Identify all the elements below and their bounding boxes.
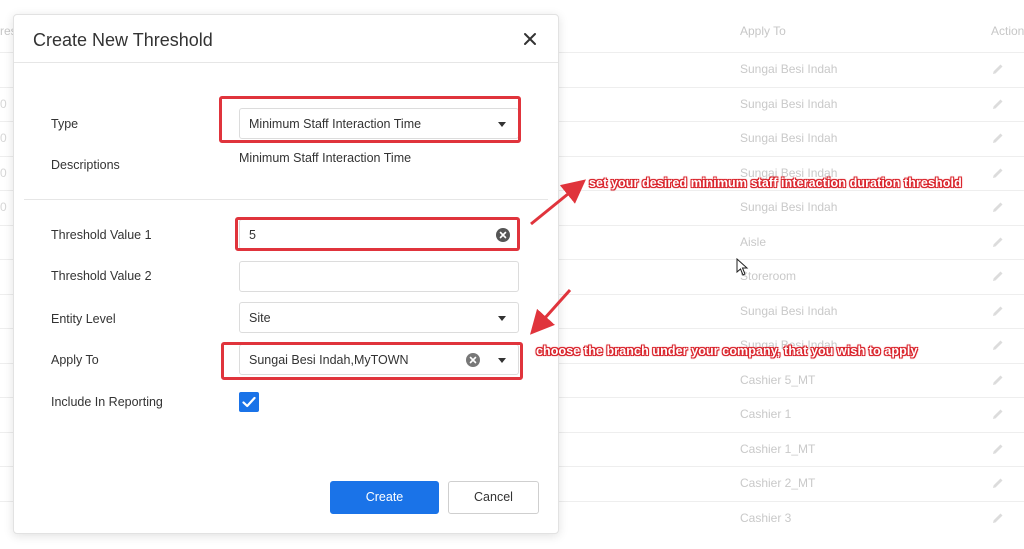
row-apply-to: Cashier 1_MT: [740, 441, 816, 456]
cancel-button[interactable]: Cancel: [448, 481, 539, 514]
edit-pencil-icon[interactable]: [992, 132, 1004, 144]
apply-to-highlight-box: [221, 342, 523, 380]
row-apply-to: Cashier 1: [740, 407, 792, 421]
checkmark-icon: [242, 396, 256, 408]
descriptions-label: Descriptions: [51, 158, 120, 172]
mouse-cursor-icon: [736, 258, 749, 276]
threshold-value-2-label: Threshold Value 2: [51, 269, 152, 283]
row-apply-to: Sungai Besi Indah: [740, 96, 838, 111]
edit-pencil-icon[interactable]: [992, 270, 1004, 282]
row-apply-to: Sungai Besi Indah: [740, 200, 838, 214]
close-icon: [524, 33, 536, 45]
entity-level-value: Site: [249, 311, 271, 325]
threshold-highlight-box: [235, 217, 520, 251]
create-button[interactable]: Create: [330, 481, 439, 514]
column-header-actions: Action: [991, 24, 1024, 38]
threshold-value-1-label: Threshold Value 1: [51, 228, 152, 242]
entity-level-label: Entity Level: [51, 312, 116, 326]
include-in-reporting-label: Include In Reporting: [51, 395, 163, 409]
edit-pencil-icon[interactable]: [992, 408, 1004, 420]
dialog-header: Create New Threshold: [14, 15, 558, 63]
row-apply-to: Sungai Besi Indah: [740, 62, 838, 76]
edit-pencil-icon[interactable]: [992, 512, 1004, 524]
edit-pencil-icon[interactable]: [992, 236, 1004, 248]
edit-pencil-icon[interactable]: [992, 477, 1004, 489]
threshold-value-2-input[interactable]: [239, 261, 519, 292]
edit-pencil-icon[interactable]: [992, 443, 1004, 455]
entity-level-select[interactable]: Site: [239, 302, 519, 333]
type-label: Type: [51, 117, 79, 131]
row-partial-value: 0: [0, 200, 7, 214]
chevron-down-icon: [498, 316, 506, 321]
row-apply-to: Sungai Besi Indah: [740, 303, 838, 318]
include-in-reporting-checkbox[interactable]: [239, 392, 259, 412]
row-partial-value: 0: [0, 131, 7, 145]
edit-pencil-icon[interactable]: [992, 201, 1004, 213]
threshold-annotation: set your desired minimum staff interacti…: [589, 176, 962, 190]
descriptions-value: Minimum Staff Interaction Time: [239, 151, 412, 165]
edit-pencil-icon[interactable]: [992, 339, 1004, 351]
type-highlight-box: [219, 96, 521, 143]
row-partial-value: 0: [0, 165, 7, 180]
branch-annotation: choose the branch under your company, th…: [536, 344, 918, 358]
row-apply-to: Sungai Besi Indah: [740, 131, 838, 145]
edit-pencil-icon[interactable]: [992, 305, 1004, 317]
apply-to-label: Apply To: [51, 353, 99, 367]
row-apply-to: Cashier 2_MT: [740, 476, 816, 490]
row-apply-to: Cashier 5_MT: [740, 372, 816, 387]
edit-pencil-icon[interactable]: [992, 63, 1004, 75]
edit-pencil-icon[interactable]: [992, 374, 1004, 386]
dialog-title: Create New Threshold: [33, 30, 213, 50]
edit-pencil-icon[interactable]: [992, 167, 1004, 179]
create-threshold-dialog: Create New Threshold Type Minimum Staff …: [13, 14, 559, 534]
close-button[interactable]: [518, 27, 542, 51]
edit-pencil-icon[interactable]: [992, 98, 1004, 110]
row-apply-to: Cashier 3: [740, 510, 792, 525]
row-apply-to: Aisle: [740, 234, 767, 249]
section-divider: [24, 199, 548, 200]
column-header-apply-to: Apply To: [740, 24, 786, 38]
row-partial-value: 0: [0, 96, 7, 111]
